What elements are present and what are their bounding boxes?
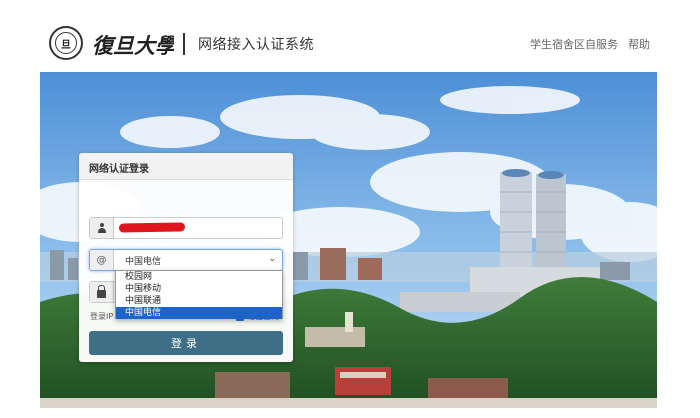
login-card-title: 网络认证登录 <box>89 164 149 175</box>
calligraphy-text: 復旦大學 <box>92 33 174 58</box>
carrier-option-campus[interactable]: 校园网 <box>116 271 282 283</box>
at-addon: @ <box>90 250 114 270</box>
chevron-down-icon[interactable]: ⌄ <box>268 254 276 264</box>
university-calligraphy-logo: 復旦大學 <box>92 33 174 58</box>
carrier-option-mobile[interactable]: 中国移动 <box>116 283 282 295</box>
password-addon <box>90 282 114 302</box>
lock-icon <box>97 284 106 298</box>
carrier-dropdown-list[interactable]: 校园网 中国移动 中国联通 中国电信 <box>115 270 283 319</box>
login-button[interactable]: 登录 <box>89 331 283 355</box>
university-emblem-icon: 旦 <box>49 26 83 60</box>
carrier-selected-value: 中国电信 <box>125 257 162 267</box>
site-header: 旦 復旦大學 网络接入认证系统 学生宿舍区自服务 帮助 <box>0 0 700 72</box>
login-card: 网络认证登录 @ 中国电信 ⌄ 登录IP 记住密码 登录 <box>79 153 293 362</box>
redaction-mark <box>118 222 186 233</box>
username-field[interactable] <box>89 217 283 239</box>
carrier-select[interactable]: @ 中国电信 ⌄ <box>89 249 283 271</box>
emblem-glyph: 旦 <box>61 39 71 51</box>
username-input[interactable] <box>115 218 282 238</box>
username-addon <box>90 218 114 238</box>
carrier-option-telecom[interactable]: 中国电信 <box>116 307 282 319</box>
nav-dorm-self-service-link[interactable]: 学生宿舍区自服务 <box>530 36 618 52</box>
login-ip-label: 登录IP <box>90 312 114 321</box>
system-title: 网络接入认证系统 <box>198 37 314 53</box>
at-symbol: @ <box>96 254 107 266</box>
header-divider <box>183 33 185 55</box>
user-icon <box>97 223 107 233</box>
nav-help-link[interactable]: 帮助 <box>628 36 650 52</box>
carrier-option-unicom[interactable]: 中国联通 <box>116 295 282 307</box>
card-header: 网络认证登录 <box>79 153 293 180</box>
carrier-select-field[interactable]: 中国电信 ⌄ <box>115 250 282 270</box>
